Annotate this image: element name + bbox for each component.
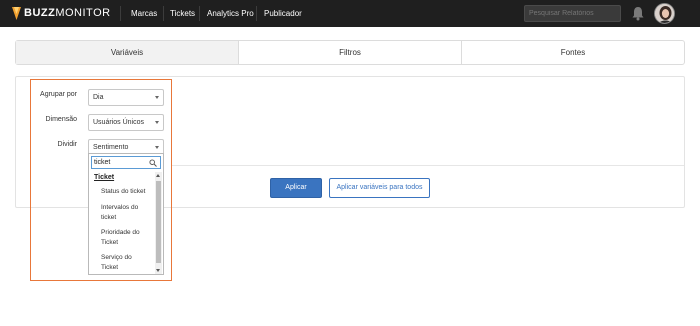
nav-item-marcas[interactable]: Marcas bbox=[131, 0, 157, 27]
logo-icon bbox=[12, 7, 21, 20]
nav-divider bbox=[256, 6, 257, 21]
bell-icon[interactable] bbox=[631, 6, 645, 21]
nav-item-analytics-pro[interactable]: Analytics Pro bbox=[207, 0, 254, 27]
top-navbar: BUZZMONITOR Marcas Tickets Analytics Pro… bbox=[0, 0, 700, 27]
apply-all-button[interactable]: Aplicar variáveis para todos bbox=[329, 178, 430, 198]
nav-divider bbox=[120, 6, 121, 21]
tab-filtros[interactable]: Filtros bbox=[239, 41, 462, 64]
tab-fontes[interactable]: Fontes bbox=[462, 41, 684, 64]
tab-bar: Variáveis Filtros Fontes bbox=[15, 40, 685, 65]
tab-variaveis[interactable]: Variáveis bbox=[16, 41, 239, 64]
nav-item-publicador[interactable]: Publicador bbox=[264, 0, 302, 27]
user-avatar[interactable] bbox=[654, 3, 675, 24]
nav-divider bbox=[163, 6, 164, 21]
highlight-box bbox=[30, 79, 172, 281]
nav-divider bbox=[199, 6, 200, 21]
search-reports-input[interactable] bbox=[524, 5, 621, 22]
logo-text-light: MONITOR bbox=[55, 7, 111, 19]
nav-item-tickets[interactable]: Tickets bbox=[170, 0, 195, 27]
logo-text-bold: BUZZ bbox=[24, 7, 56, 19]
panel-divider bbox=[172, 165, 684, 166]
buzzmonitor-logo[interactable]: BUZZMONITOR bbox=[12, 6, 111, 21]
apply-button[interactable]: Aplicar bbox=[270, 178, 322, 198]
avatar-image bbox=[655, 4, 674, 23]
